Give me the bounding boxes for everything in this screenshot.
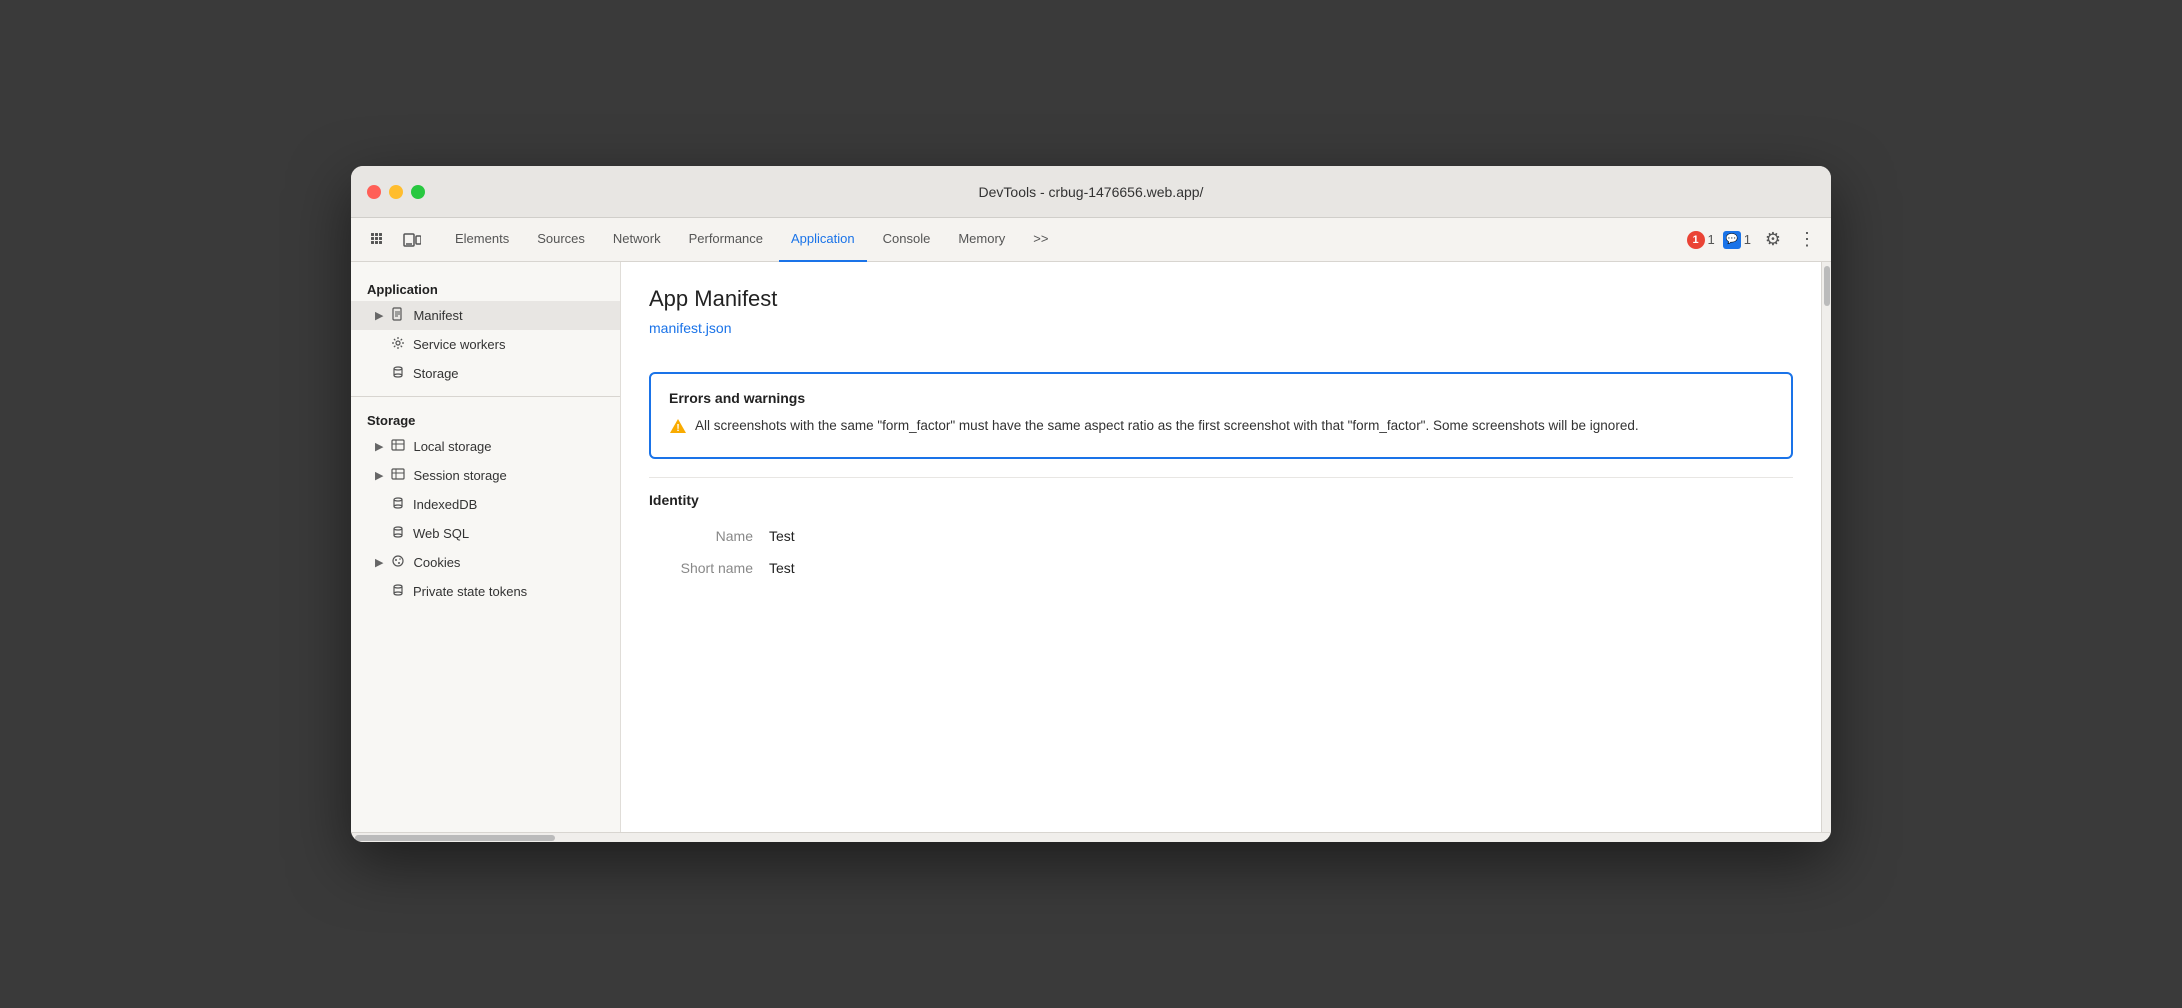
name-label: Name [649,520,769,552]
settings-icon[interactable]: ⚙ [1759,226,1787,254]
file-icon [391,307,405,324]
sidebar-item-local-storage[interactable]: ▶ Local storage [351,432,620,461]
sidebar-item-storage-app[interactable]: Storage [351,359,620,388]
sidebar: Application ▶ Manifest [351,262,621,832]
manifest-arrow-icon: ▶ [375,309,383,322]
error-text: All screenshots with the same "form_fact… [695,416,1639,436]
session-storage-arrow-icon: ▶ [375,469,383,482]
bottom-scrollbar[interactable] [351,832,1831,842]
minimize-button[interactable] [389,185,403,199]
error-badge[interactable]: 1 1 [1687,231,1715,249]
toolbar-right: 1 1 💬 1 ⚙ ⋮ [1687,226,1819,254]
tab-console[interactable]: Console [871,218,943,262]
cursor-icon[interactable] [363,225,393,255]
close-button[interactable] [367,185,381,199]
cylinder-tokens-icon [391,583,405,600]
info-icon: 💬 [1723,231,1741,249]
cookie-icon [391,554,405,571]
gear-icon [391,336,405,353]
maximize-button[interactable] [411,185,425,199]
sidebar-divider [351,396,620,397]
tab-performance[interactable]: Performance [677,218,775,262]
error-icon: 1 [1687,231,1705,249]
cylinder-app-icon [391,365,405,382]
page-title: App Manifest [649,286,1793,312]
sidebar-item-private-tokens[interactable]: Private state tokens [351,577,620,606]
tab-sources[interactable]: Sources [525,218,597,262]
short-name-label: Short name [649,552,769,584]
traffic-lights [367,185,425,199]
right-scrollbar-thumb [1824,266,1830,306]
cylinder-indexeddb-icon [391,496,405,513]
toolbar: Elements Sources Network Performance App… [351,218,1831,262]
more-icon[interactable]: ⋮ [1795,228,1819,252]
content-panel: App Manifest manifest.json Errors and wa… [621,262,1821,832]
sidebar-item-cookies[interactable]: ▶ Cookies [351,548,620,577]
sidebar-item-websql[interactable]: Web SQL [351,519,620,548]
tab-network[interactable]: Network [601,218,673,262]
cylinder-websql-icon [391,525,405,542]
local-storage-arrow-icon: ▶ [375,440,383,453]
warning-icon: ! [669,417,687,441]
tab-memory[interactable]: Memory [946,218,1017,262]
toolbar-icons [363,225,427,255]
svg-text:!: ! [676,423,679,434]
identity-table: Name Test Short name Test [649,520,1793,584]
info-badge[interactable]: 💬 1 [1723,231,1751,249]
bottom-scrollbar-thumb [355,835,555,841]
tab-more[interactable]: >> [1021,218,1060,262]
sidebar-item-manifest[interactable]: ▶ Manifest [351,301,620,330]
manifest-link[interactable]: manifest.json [649,320,731,336]
tab-elements[interactable]: Elements [443,218,521,262]
devtools-window: DevTools - crbug-1476656.web.app/ [351,166,1831,842]
cookies-arrow-icon: ▶ [375,556,383,569]
error-item: ! All screenshots with the same "form_fa… [669,416,1773,441]
identity-section-title: Identity [649,477,1793,520]
sidebar-item-indexeddb[interactable]: IndexedDB [351,490,620,519]
tab-application[interactable]: Application [779,218,867,262]
window-title: DevTools - crbug-1476656.web.app/ [979,184,1204,200]
table-local-icon [391,438,405,455]
short-name-value: Test [769,552,1793,584]
right-scrollbar[interactable] [1821,262,1831,832]
sidebar-application-label: Application [351,274,620,301]
sidebar-storage-label: Storage [351,405,620,432]
sidebar-item-service-workers[interactable]: Service workers [351,330,620,359]
error-box-title: Errors and warnings [669,390,1773,406]
name-value: Test [769,520,1793,552]
sidebar-item-session-storage[interactable]: ▶ Session storage [351,461,620,490]
device-icon[interactable] [397,225,427,255]
error-warnings-box: Errors and warnings ! All screenshots wi… [649,372,1793,459]
table-session-icon [391,467,405,484]
titlebar: DevTools - crbug-1476656.web.app/ [351,166,1831,218]
